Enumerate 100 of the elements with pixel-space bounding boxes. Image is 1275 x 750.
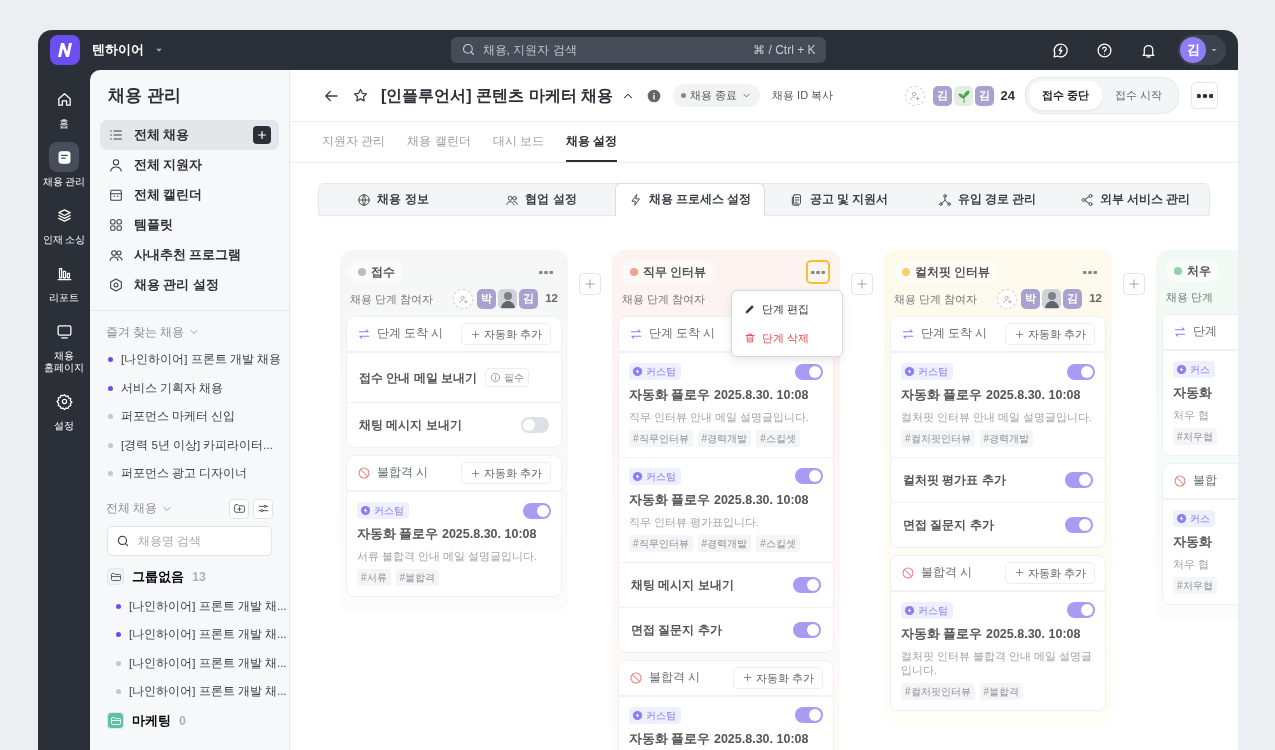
folder-item[interactable]: 그룹없음 13 <box>100 561 279 592</box>
menu-item[interactable]: 단계 삭제 <box>736 323 838 352</box>
job-posting-label: 서비스 기획자 채용 <box>121 380 224 396</box>
tab[interactable]: 협업 설정 <box>467 184 615 215</box>
swap-arrows-icon <box>357 327 371 341</box>
add-automation-button[interactable]: 자동화 추가 <box>1004 322 1095 346</box>
user-avatar: 김 <box>1180 37 1206 63</box>
sidebar-item-label: 전체 지원자 <box>134 157 203 174</box>
add-participant-button[interactable] <box>997 289 1018 309</box>
logo[interactable] <box>50 35 80 65</box>
more-icon <box>1083 270 1097 274</box>
page-title: [인플루언서] 콘텐츠 마케터 채용 <box>381 85 613 106</box>
plus-icon <box>469 328 481 340</box>
job-posting-item[interactable]: 퍼포먼스 광고 디자이너 <box>100 459 279 488</box>
rail-item[interactable]: 채용 관리 <box>40 142 88 188</box>
trigger-label: 불합격 시 <box>649 670 701 686</box>
add-stage-button[interactable] <box>851 273 873 295</box>
job-posting-item[interactable]: [경력 5년 이상] 카피라이터... <box>100 430 279 460</box>
copy-id-link[interactable]: 채용 ID 복사 <box>772 87 834 104</box>
badge-label: 커스텀 <box>918 365 948 379</box>
more-button[interactable] <box>1191 82 1218 109</box>
job-posting-label: 퍼포먼스 마케터 신입 <box>121 409 236 424</box>
participants-label: 채용 단계 참여자 <box>622 291 706 307</box>
rail-label: 설정 <box>54 420 74 432</box>
help-icon[interactable] <box>1095 41 1113 59</box>
rail-label: 홈 <box>59 118 69 130</box>
add-automation-button[interactable]: 자동화 추가 <box>460 461 551 485</box>
trigger-label: 불합격 시 <box>921 565 973 581</box>
rail-item[interactable]: 채용 홈페이지 <box>40 316 88 374</box>
filter-button[interactable] <box>253 498 273 519</box>
sprout-icon <box>954 85 974 106</box>
toggle-switch[interactable] <box>793 576 821 593</box>
sidebar-item[interactable]: 템플릿 <box>100 210 279 241</box>
tab[interactable]: 채용 프로세스 설정 <box>615 183 765 216</box>
add-stage-button[interactable] <box>1123 273 1145 295</box>
rail-item[interactable]: 설정 <box>40 386 88 432</box>
tab[interactable]: 유입 경로 관리 <box>913 184 1061 215</box>
job-posting-item[interactable]: [나인하이어] 프론트 개발 채용 <box>100 345 279 374</box>
rail-label: 채용 홈페이지 <box>43 350 85 374</box>
job-posting-label: [나인하이어] 프론트 개발 채... <box>129 598 287 614</box>
sidebar-item[interactable]: 전체 지원자 <box>100 150 279 181</box>
job-posting-item[interactable]: 서비스 기획자 채용 <box>100 373 279 403</box>
sidebar-item-label: 템플릿 <box>134 217 173 234</box>
tab[interactable]: 채용 설정 <box>566 122 618 162</box>
job-posting-item[interactable]: 퍼포먼스 마케터 신입 <box>100 402 279 431</box>
add-button[interactable] <box>253 126 271 145</box>
sidebar-item[interactable]: 채용 관리 설정 <box>100 270 279 301</box>
flow-title: 자동화 플로우 2025.8.30. 10:08 <box>357 526 538 543</box>
add-automation-button[interactable]: 자동화 추가 <box>732 666 823 690</box>
job-posting-label: 퍼포먼스 광고 디자이너 <box>121 466 248 481</box>
sidebar-item[interactable]: 사내추천 프로그램 <box>100 240 279 271</box>
add-participant-button[interactable] <box>453 289 474 309</box>
toggle-switch[interactable] <box>1065 471 1093 488</box>
tab[interactable]: 공고 및 지원서 <box>765 184 913 215</box>
stage-name: 처우 <box>1187 263 1211 280</box>
job-posting-label: [나인하이어] 프론트 개발 채... <box>129 627 287 642</box>
toggle-switch[interactable] <box>795 468 823 485</box>
toggle-switch[interactable] <box>521 417 549 433</box>
add-automation-button[interactable]: 자동화 추가 <box>460 322 551 346</box>
toggle-switch[interactable] <box>795 363 823 380</box>
segment-button[interactable]: 접수 중단 <box>1028 81 1102 110</box>
section-title: 즐겨 찾는 채용 <box>106 324 185 340</box>
add-stage-button[interactable] <box>579 273 601 295</box>
participants-label: 채용 단계 참여자 <box>350 291 434 307</box>
rail-item[interactable]: 인재 소싱 <box>40 200 88 246</box>
stage-name: 접수 <box>371 264 395 281</box>
search-icon <box>460 42 476 57</box>
status-dropdown[interactable]: 채용 종료 <box>673 84 761 107</box>
new-folder-button[interactable] <box>229 498 249 519</box>
sidebar-item[interactable]: 전체 채용 <box>100 120 279 151</box>
sidebar-item-label: 채용 관리 설정 <box>134 277 219 294</box>
plus-icon <box>1127 277 1141 291</box>
toggle-switch[interactable] <box>1065 516 1093 533</box>
badge-label: 커스 <box>1190 363 1210 377</box>
rail-item[interactable]: 홈 <box>40 84 88 130</box>
tab[interactable]: 채용 정보 <box>319 184 467 215</box>
tab[interactable]: 외부 서비스 관리 <box>1061 184 1209 215</box>
toggle-switch[interactable] <box>523 502 551 519</box>
toggle-switch[interactable] <box>1067 363 1095 380</box>
member-avatar: 박 <box>477 289 497 309</box>
toggle-switch[interactable] <box>795 707 823 724</box>
section-title: 전체 채용 <box>106 501 158 517</box>
star-icon[interactable] <box>352 87 369 104</box>
sidebar-item[interactable]: 전체 캘린더 <box>100 180 279 211</box>
swap-arrows-icon <box>901 327 915 341</box>
flow-title: 자동화 플로우 2025.8.30. 10:08 <box>901 387 1082 404</box>
add-automation-button[interactable]: 자동화 추가 <box>1004 561 1095 585</box>
info-icon <box>490 372 501 383</box>
rail-item[interactable]: 리포트 <box>40 258 88 304</box>
folder-item[interactable]: 마케팅 0 <box>100 705 279 736</box>
flow-description: 처우 협 <box>1173 407 1210 422</box>
flow-description: 처우 협 <box>1173 556 1210 571</box>
chat-icon[interactable] <box>1051 41 1069 59</box>
menu-item[interactable]: 단계 편집 <box>736 295 838 324</box>
toggle-switch[interactable] <box>793 621 821 638</box>
folder-name: 마케팅 <box>132 712 171 730</box>
segment-button[interactable]: 접수 시작 <box>1101 81 1175 110</box>
toggle-switch[interactable] <box>1067 602 1095 619</box>
search-field[interactable]: 채용명 검색 <box>107 525 272 556</box>
person-silhouette-avatar <box>498 289 518 309</box>
